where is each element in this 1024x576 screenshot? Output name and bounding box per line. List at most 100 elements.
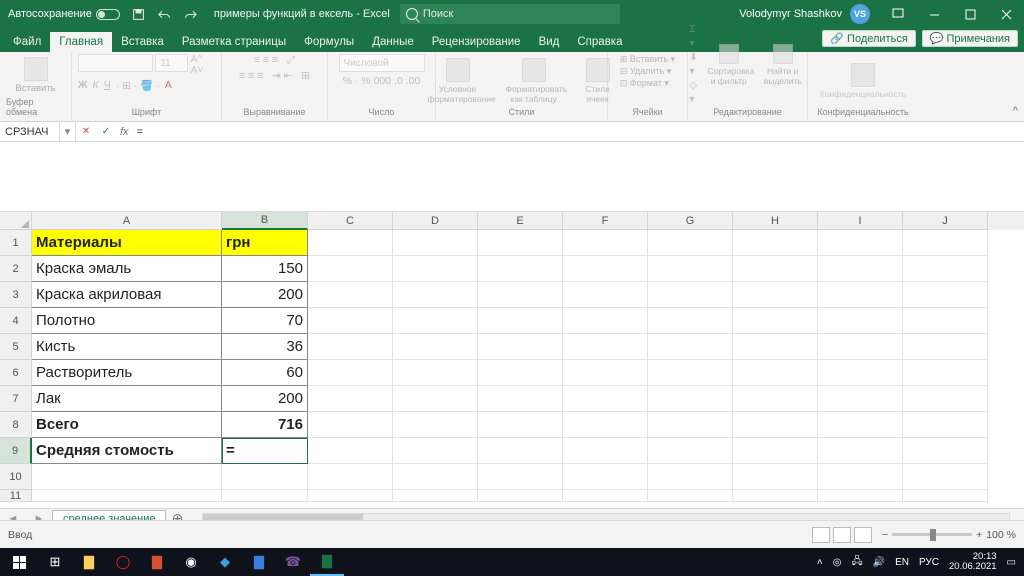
row-header[interactable]: 9: [0, 438, 32, 464]
tab-view[interactable]: Вид: [530, 32, 569, 52]
number-format-select[interactable]: Числовой: [339, 54, 425, 72]
cell[interactable]: [393, 360, 478, 386]
tray-location-icon[interactable]: ◎: [833, 557, 842, 568]
share-button[interactable]: 🔗 Поделиться: [822, 30, 915, 47]
tab-layout[interactable]: Разметка страницы: [173, 32, 295, 52]
cell[interactable]: [818, 464, 903, 490]
cell[interactable]: [308, 412, 393, 438]
col-header-E[interactable]: E: [478, 212, 563, 230]
redo-icon[interactable]: [184, 7, 198, 21]
save-icon[interactable]: [132, 7, 146, 21]
col-header-B[interactable]: B: [222, 212, 308, 230]
taskview-icon[interactable]: ⊞: [38, 548, 72, 576]
cell[interactable]: [818, 308, 903, 334]
cell[interactable]: [903, 360, 988, 386]
cell[interactable]: [32, 490, 222, 502]
cell[interactable]: [818, 386, 903, 412]
cell[interactable]: [563, 490, 648, 502]
name-box-dropdown[interactable]: ▾: [60, 122, 76, 141]
cell[interactable]: [478, 386, 563, 412]
col-header-F[interactable]: F: [563, 212, 648, 230]
row-header[interactable]: 5: [0, 334, 32, 360]
search-box[interactable]: Поиск: [400, 4, 620, 24]
cell[interactable]: [478, 490, 563, 502]
cell[interactable]: [308, 464, 393, 490]
cell[interactable]: Лак: [32, 386, 222, 412]
zoom-slider[interactable]: [892, 533, 972, 536]
cell[interactable]: [818, 412, 903, 438]
cell[interactable]: [478, 412, 563, 438]
col-header-C[interactable]: C: [308, 212, 393, 230]
tray-chevron-icon[interactable]: ˄: [817, 557, 823, 568]
col-header-G[interactable]: G: [648, 212, 733, 230]
cell[interactable]: [563, 386, 648, 412]
worksheet-grid[interactable]: A B C D E F G H I J 1 Материалы грн 2 Кр…: [0, 212, 1024, 508]
cell[interactable]: [733, 412, 818, 438]
cell[interactable]: [478, 360, 563, 386]
view-normal-icon[interactable]: [812, 527, 830, 543]
cell[interactable]: [648, 490, 733, 502]
sort-filter-button[interactable]: Сортировка и фильтр: [704, 42, 754, 88]
tray-notifications-icon[interactable]: ▭: [1007, 557, 1016, 568]
confidentiality-button[interactable]: Конфиденциальность: [816, 61, 910, 101]
col-header-D[interactable]: D: [393, 212, 478, 230]
cell[interactable]: [308, 360, 393, 386]
font-name-select[interactable]: [78, 54, 153, 72]
cell[interactable]: [478, 308, 563, 334]
row-header[interactable]: 4: [0, 308, 32, 334]
name-box[interactable]: СРЗНАЧ: [0, 122, 60, 141]
cell[interactable]: [393, 282, 478, 308]
cell[interactable]: [648, 412, 733, 438]
zoom-in-button[interactable]: +: [976, 529, 982, 541]
cell[interactable]: Краска акриловая: [32, 282, 222, 308]
cell[interactable]: 60: [222, 360, 308, 386]
cell[interactable]: Краска эмаль: [32, 256, 222, 282]
undo-icon[interactable]: [158, 7, 172, 21]
cell[interactable]: [308, 230, 393, 256]
accept-formula-icon[interactable]: ✓: [96, 122, 116, 141]
cell[interactable]: [903, 490, 988, 502]
row-header[interactable]: 10: [0, 464, 32, 490]
cell[interactable]: [648, 386, 733, 412]
align-buttons[interactable]: ≡ ≡ ≡ ⤢: [254, 54, 295, 67]
cell[interactable]: 200: [222, 282, 308, 308]
cell[interactable]: Кисть: [32, 334, 222, 360]
cell[interactable]: [648, 230, 733, 256]
cell[interactable]: [818, 334, 903, 360]
cell[interactable]: [903, 334, 988, 360]
cell[interactable]: [308, 490, 393, 502]
tab-insert[interactable]: Вставка: [112, 32, 173, 52]
chrome-icon[interactable]: ◉: [174, 548, 208, 576]
tray-lang-1[interactable]: EN: [895, 557, 909, 568]
select-all-button[interactable]: [0, 212, 32, 230]
cell[interactable]: [903, 282, 988, 308]
cell[interactable]: [308, 438, 393, 464]
cell-styles-button[interactable]: Стили ячеек: [576, 56, 620, 106]
cell[interactable]: Всего: [32, 412, 222, 438]
cell[interactable]: [222, 490, 308, 502]
tab-help[interactable]: Справка: [568, 32, 631, 52]
formula-input[interactable]: =: [133, 126, 1024, 138]
comments-button[interactable]: 💬 Примечания: [922, 30, 1018, 47]
row-header[interactable]: 8: [0, 412, 32, 438]
opera-icon[interactable]: ◯: [106, 548, 140, 576]
cell[interactable]: [903, 464, 988, 490]
cell[interactable]: [818, 360, 903, 386]
collapse-ribbon-icon[interactable]: ^: [1013, 105, 1018, 117]
cell[interactable]: Растворитель: [32, 360, 222, 386]
zoom-out-button[interactable]: −: [882, 529, 888, 541]
cell[interactable]: [818, 282, 903, 308]
row-header[interactable]: 11: [0, 490, 32, 502]
cell[interactable]: [733, 438, 818, 464]
app-icon-2[interactable]: ▇: [242, 548, 276, 576]
cell[interactable]: [393, 464, 478, 490]
cell[interactable]: [648, 464, 733, 490]
cell[interactable]: [478, 334, 563, 360]
cell[interactable]: грн: [222, 230, 308, 256]
cell[interactable]: [903, 386, 988, 412]
cell[interactable]: 716: [222, 412, 308, 438]
powerpoint-icon[interactable]: ▇: [140, 548, 174, 576]
cell[interactable]: [478, 464, 563, 490]
cell[interactable]: [393, 230, 478, 256]
insert-cells-button[interactable]: ⊞ Вставить ▾: [620, 54, 675, 65]
